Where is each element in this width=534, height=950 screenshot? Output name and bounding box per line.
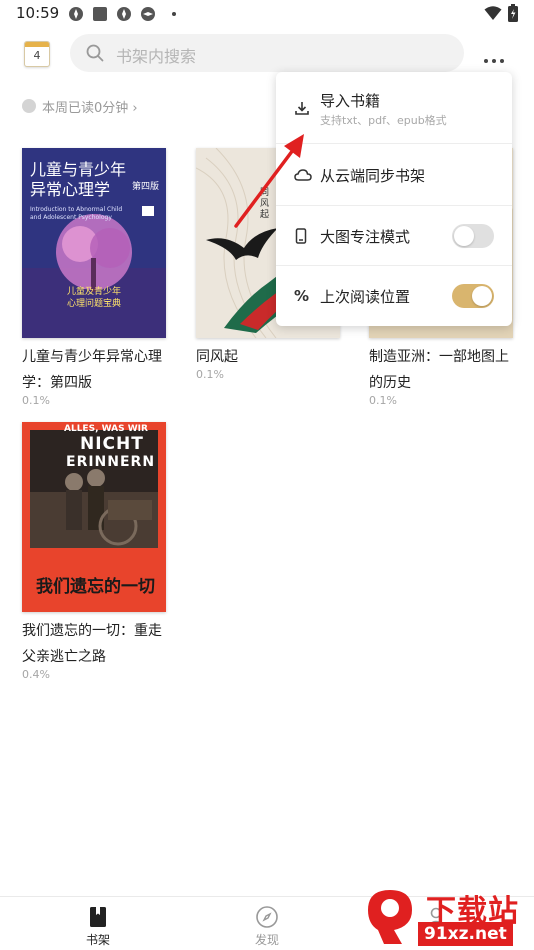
toggle-knob: [454, 226, 474, 246]
cover-edition: 第四版: [132, 182, 160, 192]
cloud-icon: [294, 169, 312, 181]
more-options-button[interactable]: [484, 48, 508, 63]
book-progress: 0.1%: [196, 368, 224, 381]
cover-heading-cn: 我们遗忘的一切: [36, 577, 155, 597]
menu-item-label: 大图专注模式: [320, 228, 411, 246]
phone-icon: [295, 228, 307, 244]
app-notification-icon: [69, 7, 83, 21]
app-notification-icon: [141, 7, 155, 21]
more-dot-icon: [492, 59, 496, 63]
book-title[interactable]: 儿童与青少年异常心理学：第四版: [22, 344, 172, 396]
more-dot-icon: [500, 59, 504, 63]
toggle-knob: [472, 286, 492, 306]
menu-item-label: 导入书籍: [320, 92, 381, 110]
calendar-day: 4: [33, 49, 41, 62]
menu-item-subtitle: 支持txt、pdf、epub格式: [320, 114, 447, 127]
book-cover[interactable]: ALLES, WAS WIR NICHT ERINNERN 我们遗忘的一切: [22, 422, 166, 612]
cover-heading-line: NICHT: [80, 434, 144, 454]
cover-tagline: 儿童及青少年 心理问题宝典: [66, 287, 121, 309]
cover-heading-line: ERINNERN: [66, 454, 156, 470]
menu-item-label: 从云端同步书架: [320, 167, 426, 185]
status-bar: 10:59: [0, 0, 534, 28]
book-progress: 0.1%: [22, 394, 50, 407]
site-watermark: 下载站 91xz.net: [360, 884, 534, 950]
reading-time-icon: [22, 99, 36, 113]
menu-item-import-books[interactable]: 导入书籍 支持txt、pdf、epub格式: [276, 72, 512, 144]
top-bar: 4 书架内搜索: [0, 34, 534, 74]
menu-item-label: 上次阅读位置: [320, 288, 411, 306]
battery-icon: [508, 4, 518, 22]
percent-icon: %: [294, 287, 310, 305]
weekly-reading-text: 本周已读0分钟 ›: [42, 101, 138, 116]
search-placeholder: 书架内搜索: [116, 47, 197, 66]
menu-item-last-position[interactable]: % 上次阅读位置: [276, 266, 512, 326]
download-icon: [295, 102, 309, 115]
cover-spine-text: 同风起: [260, 188, 270, 220]
more-options-menu: 导入书籍 支持txt、pdf、epub格式 从云端同步书架 大图专注模式 % 上…: [276, 72, 512, 326]
watermark-url: 91xz.net: [418, 922, 513, 946]
tab-label: 书架: [85, 933, 110, 947]
cover-heading-line: ALLES, WAS WIR: [64, 424, 148, 434]
book-progress: 0.1%: [369, 394, 397, 407]
bookshelf-icon: [90, 907, 106, 927]
tab-discover[interactable]: 发现: [217, 897, 317, 950]
last-position-toggle[interactable]: [452, 284, 494, 308]
cover-subheading: Introduction to Abnormal Child and Adole…: [30, 206, 123, 221]
menu-item-cloud-sync[interactable]: 从云端同步书架: [276, 144, 512, 206]
focus-mode-toggle[interactable]: [452, 224, 494, 248]
book-title[interactable]: 同风起: [196, 344, 346, 370]
tab-bookshelf[interactable]: 书架: [48, 897, 148, 950]
app-notification-icon: [117, 7, 131, 21]
more-dot-icon: [484, 59, 488, 63]
search-bar[interactable]: 书架内搜索: [70, 34, 464, 72]
tab-label: 发现: [254, 933, 279, 947]
book-cover[interactable]: 儿童与青少年 异常心理学 第四版 Introduction to Abnorma…: [22, 148, 166, 338]
book-title[interactable]: 制造亚洲：一部地图上的历史: [369, 344, 519, 396]
more-notifications-dot: [172, 12, 176, 16]
square-notification-icon: [93, 7, 107, 21]
status-time: 10:59: [16, 4, 60, 22]
watermark-logo-icon: [368, 890, 412, 944]
book-title[interactable]: 我们遗忘的一切：重走父亲逃亡之路: [22, 618, 172, 670]
menu-item-focus-mode[interactable]: 大图专注模式: [276, 206, 512, 266]
wifi-icon: [484, 6, 502, 20]
compass-icon: [256, 906, 278, 928]
book-progress: 0.4%: [22, 668, 50, 681]
reading-calendar-icon[interactable]: 4: [24, 41, 50, 67]
search-icon: [86, 44, 104, 62]
